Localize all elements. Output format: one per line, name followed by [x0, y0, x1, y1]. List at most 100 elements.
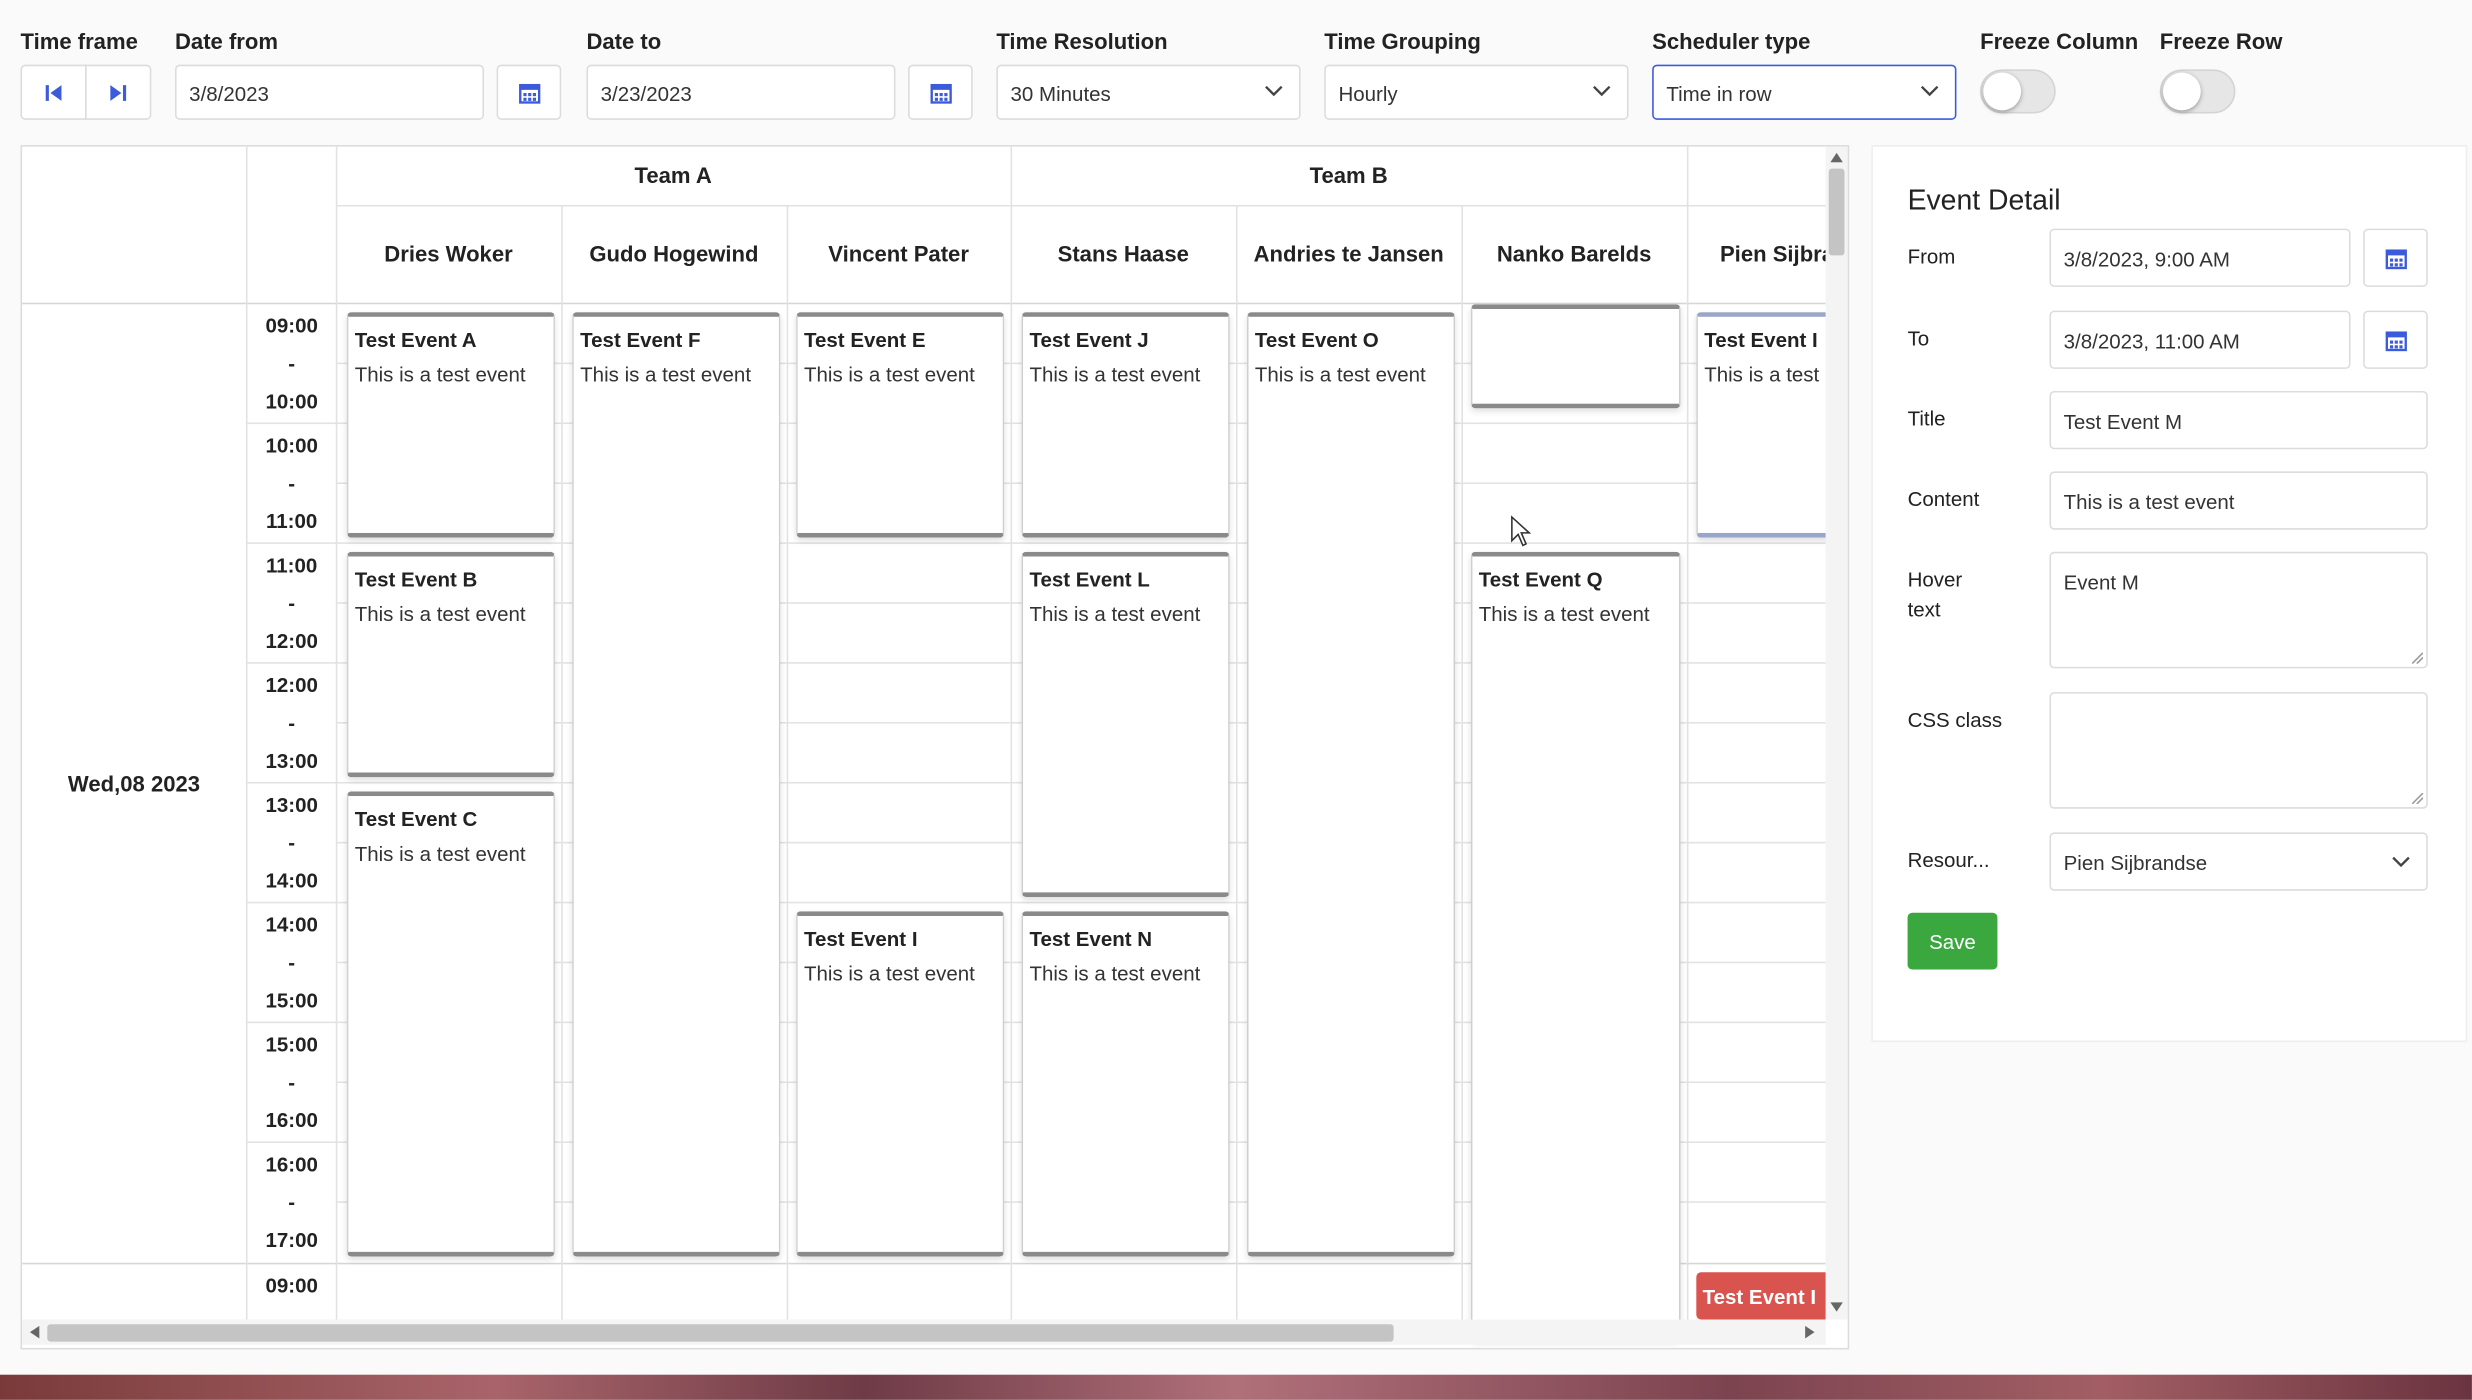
hover-text-textarea[interactable]: Event M — [2049, 551, 2428, 669]
resize-handle-icon[interactable] — [2412, 792, 2424, 805]
vertical-scroll-thumb[interactable] — [1828, 168, 1845, 256]
content-value: This is a test event — [2063, 490, 2235, 514]
title-value: Test Event M — [2063, 409, 2183, 434]
event-detail-panel: Event Detail From 3/8/2023, 9:00 AM To 3… — [1871, 145, 2468, 1043]
date-label: Wed,08 2023 — [67, 770, 201, 797]
event-card-red[interactable]: Test Event I — [1696, 1272, 1839, 1320]
event-card[interactable]: Test Event I This is a test event — [796, 911, 1005, 1257]
to-calendar-button[interactable] — [2363, 310, 2428, 369]
from-input[interactable]: 3/8/2023, 9:00 AM — [2049, 228, 2351, 287]
time-slot: 09:00 — [265, 1273, 318, 1298]
time-grouping-select[interactable]: Hourly — [1324, 64, 1629, 120]
grid-line — [1235, 204, 1238, 1320]
content-label: Content — [1907, 487, 1980, 511]
date-to-label: Date to — [586, 28, 662, 54]
scheduler-type-label: Scheduler type — [1652, 28, 1811, 54]
freeze-row-toggle[interactable] — [2159, 69, 2236, 114]
grid-line — [786, 204, 789, 1320]
date-to-input[interactable]: 3/23/2023 — [586, 64, 896, 120]
time-slot: 09:00-10:00 — [265, 313, 318, 414]
grid-line — [561, 204, 563, 1320]
grid-line — [1461, 204, 1463, 1320]
toggle-knob — [2162, 72, 2201, 111]
to-label: To — [1907, 326, 1930, 350]
css-class-label: CSS class — [1907, 707, 2003, 732]
resource-label: Resour... — [1907, 848, 1990, 872]
grid-line — [335, 204, 1826, 207]
date-from-calendar-button[interactable] — [496, 64, 562, 120]
time-grouping-label: Time Grouping — [1324, 28, 1481, 54]
save-button[interactable]: Save — [1907, 912, 1998, 970]
previous-button[interactable] — [20, 64, 87, 120]
scroll-down-icon — [1830, 1302, 1843, 1312]
desktop-background-strip — [0, 1374, 2472, 1400]
from-label: From — [1907, 244, 1956, 269]
freeze-column-label: Freeze Column — [1980, 28, 2139, 54]
chevron-down-icon — [1920, 85, 1939, 97]
scroll-up-icon — [1830, 152, 1843, 163]
date-to-value: 3/23/2023 — [600, 81, 692, 106]
from-calendar-button[interactable] — [2363, 228, 2428, 287]
time-frame-label: Time frame — [20, 28, 138, 54]
date-from-value: 3/8/2023 — [189, 81, 269, 106]
grid-line — [335, 146, 338, 1320]
title-label: Title — [1907, 406, 1946, 431]
resize-handle-icon[interactable] — [2412, 652, 2424, 664]
scheduler-grid: Team A Team B Dries Woker Gudo Hogewind … — [20, 145, 1850, 1350]
time-slot: 13:00-14:00 — [265, 792, 318, 893]
css-class-textarea[interactable] — [2049, 692, 2428, 809]
hover-text-label: Hover text — [1907, 567, 1963, 622]
time-grouping-value: Hourly — [1338, 81, 1398, 106]
scheduler-type-value: Time in row — [1666, 81, 1772, 106]
time-resolution-select[interactable]: 30 Minutes — [996, 64, 1301, 120]
time-slot: 10:00-11:00 — [265, 433, 318, 533]
event-card[interactable]: Test Event I This is a test — [1696, 312, 1839, 538]
skip-forward-icon — [110, 84, 127, 101]
horizontal-scrollbar[interactable] — [22, 1319, 1826, 1345]
to-value: 3/8/2023, 11:00 AM — [2063, 329, 2240, 354]
scheduler-type-select[interactable]: Time in row — [1652, 64, 1957, 120]
event-card[interactable]: Test Event N This is a test event — [1021, 911, 1230, 1257]
resource-header: Nanko Barelds — [1496, 241, 1652, 267]
event-card-dragging[interactable] — [1470, 304, 1681, 409]
vertical-scrollbar[interactable] — [1825, 146, 1848, 1320]
event-card[interactable]: Test Event C This is a test event — [346, 791, 555, 1257]
chevron-down-icon — [2392, 856, 2410, 868]
next-button[interactable] — [85, 64, 152, 120]
event-card[interactable]: Test Event J This is a test event — [1021, 312, 1230, 538]
time-resolution-label: Time Resolution — [996, 28, 1168, 54]
toggle-knob — [1983, 72, 2022, 111]
event-card[interactable]: Test Event O This is a test event — [1247, 312, 1456, 1257]
grid-line — [245, 542, 1826, 544]
time-resolution-value: 30 Minutes — [1010, 81, 1111, 106]
chevron-down-icon — [1593, 85, 1611, 97]
date-from-label: Date from — [174, 28, 279, 54]
event-card[interactable]: Test Event Q This is a test event — [1470, 551, 1681, 1341]
team-header: Team B — [1309, 162, 1388, 188]
scheduler-app: Time frame Date from 3/8/2023 Date to 3/… — [0, 0, 2472, 1400]
event-card[interactable]: Test Event L This is a test event — [1021, 551, 1230, 898]
event-card[interactable]: Test Event F This is a test event — [572, 312, 781, 1257]
event-card[interactable]: Test Event E This is a test event — [796, 312, 1005, 538]
resource-header: Pien Sijbra — [1719, 241, 1826, 267]
time-slot: 11:00-12:00 — [265, 553, 318, 653]
to-input[interactable]: 3/8/2023, 11:00 AM — [2049, 310, 2351, 369]
date-to-calendar-button[interactable] — [908, 64, 973, 120]
team-header: Team A — [634, 162, 712, 188]
event-card[interactable]: Test Event A This is a test event — [346, 312, 555, 538]
freeze-column-toggle[interactable] — [1980, 69, 2056, 114]
event-card[interactable]: Test Event B This is a test event — [346, 551, 555, 778]
time-slot: 15:00-16:00 — [265, 1032, 318, 1132]
scroll-right-icon — [1805, 1325, 1815, 1339]
content-input[interactable]: This is a test event — [2049, 471, 2428, 530]
date-from-input[interactable]: 3/8/2023 — [174, 64, 484, 120]
grid-line — [1010, 146, 1013, 1320]
scroll-left-icon — [29, 1325, 40, 1339]
skip-back-icon — [45, 84, 62, 101]
horizontal-scroll-thumb[interactable] — [47, 1324, 1394, 1342]
time-slot: 16:00-17:00 — [265, 1152, 318, 1252]
resource-select[interactable]: Pien Sijbrandse — [2049, 832, 2428, 891]
title-input[interactable]: Test Event M — [2049, 390, 2428, 450]
grid-line — [1686, 146, 1689, 1320]
panel-heading: Event Detail — [1907, 184, 2061, 216]
